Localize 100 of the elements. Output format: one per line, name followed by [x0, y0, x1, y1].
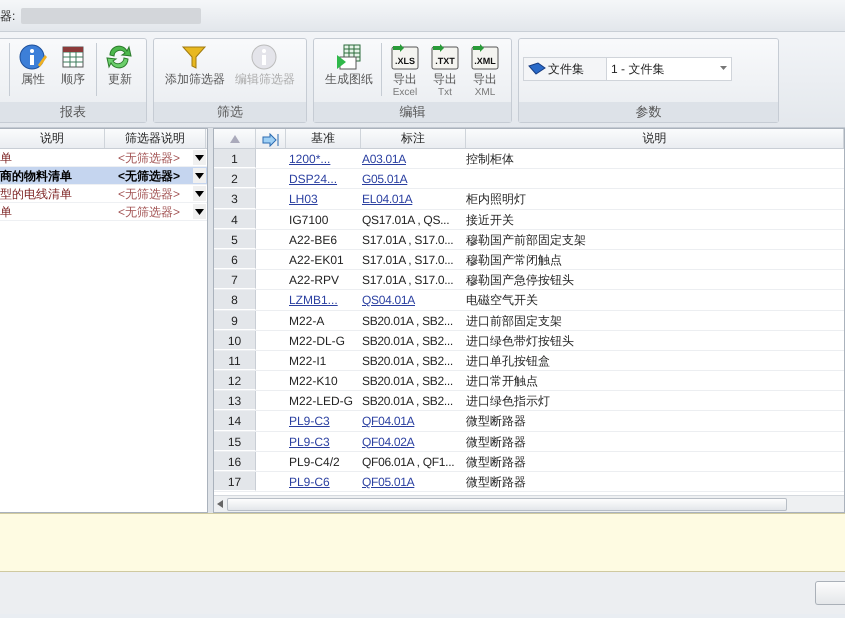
- row-number: 4: [214, 210, 256, 229]
- table-cell: A22-BE6: [289, 232, 338, 247]
- link[interactable]: LH03: [289, 192, 318, 206]
- ribbon-button[interactable]: .XLS 导出 Excel: [385, 43, 425, 98]
- group-title: 参数: [519, 102, 778, 122]
- dropdown-button[interactable]: [193, 204, 206, 219]
- row-number: 6: [214, 250, 256, 270]
- column-header[interactable]: 筛选器说明: [105, 129, 206, 148]
- link[interactable]: DSP24...: [289, 172, 338, 186]
- table-cell: 控制柜体: [466, 152, 514, 166]
- caret-icon: [195, 190, 204, 197]
- link[interactable]: PL9-C6: [289, 475, 330, 489]
- list-row[interactable]: 商的物料清单 <无筛选器>: [0, 167, 207, 185]
- scrollbar[interactable]: [214, 495, 844, 512]
- caret-icon: [195, 172, 204, 179]
- table-cell: SB20.01A , SB2...: [362, 314, 453, 328]
- caret-icon: [195, 154, 204, 161]
- ribbon-button[interactable]: .XML 导出 XML: [465, 43, 505, 98]
- table-cell: SB20.01A , SB2...: [362, 334, 453, 348]
- table-cell: QS17.01A , QS...: [362, 212, 450, 227]
- table-cell: 穆勒国产常闭触点: [466, 252, 562, 267]
- table-cell: 进口绿色指示灯: [466, 394, 550, 408]
- link[interactable]: QF04.02A: [362, 434, 414, 449]
- table-cell-text: <无筛选器>: [116, 150, 181, 166]
- table-cell: 微型断路器: [466, 414, 526, 428]
- table-cell: SB20.01A , SB2...: [362, 394, 453, 408]
- row-number: 11: [214, 350, 256, 370]
- scroll-thumb[interactable]: [227, 498, 787, 510]
- table-cell-text: 商的物料清单: [0, 168, 73, 184]
- link[interactable]: QF04.01A: [362, 414, 414, 428]
- column-header[interactable]: 标注: [361, 129, 466, 148]
- table-cell: 微型断路器: [466, 454, 526, 469]
- arrow-icon[interactable]: [262, 132, 280, 147]
- row-number: 13: [214, 391, 256, 410]
- table-cell: S17.01A , S17.0...: [362, 273, 454, 288]
- field-label: 文件集: [548, 61, 584, 78]
- ribbon-button[interactable]: .TXT 导出 Txt: [425, 43, 465, 98]
- table-cell: M22-DL-G: [289, 334, 346, 348]
- row-number: 12: [214, 371, 256, 390]
- text-field[interactable]: [21, 8, 202, 24]
- table-cell: SB20.01A , SB2...: [362, 354, 453, 368]
- ribbon-button[interactable]: 更新: [100, 43, 140, 87]
- column-header[interactable]: 说明: [0, 129, 105, 148]
- link[interactable]: A03.01A: [362, 152, 406, 166]
- dropdown-button[interactable]: [193, 168, 206, 183]
- table-cell: M22-K10: [289, 374, 338, 388]
- row-number: 3: [214, 189, 256, 209]
- ribbon-button[interactable]: 生成图纸: [320, 43, 378, 87]
- table-cell: 进口绿色带灯按钮头: [466, 334, 574, 348]
- ribbon-button[interactable]: 顺序: [53, 43, 93, 87]
- row-number: 8: [214, 290, 256, 310]
- row-number: 14: [214, 411, 256, 431]
- row-number: 16: [214, 452, 256, 471]
- link[interactable]: QS04.01A: [362, 293, 415, 308]
- table-cell-text: <无筛选器>: [116, 168, 181, 184]
- table-cell: 微型断路器: [466, 475, 526, 489]
- table-cell: 穆勒国产急停按钮头: [466, 273, 574, 288]
- table-cell: 进口单孔按钮盒: [466, 354, 550, 368]
- table-cell: 进口常开触点: [466, 374, 538, 388]
- ribbon-button[interactable]: 属性: [13, 43, 53, 87]
- dropdown-button[interactable]: [193, 186, 206, 201]
- dropdown[interactable]: 1 - 文件集: [606, 58, 731, 80]
- table-cell: 柜内照明灯: [466, 192, 526, 206]
- row-number: 2: [214, 169, 256, 188]
- row-number: 17: [214, 472, 256, 492]
- table-cell-text: 单: [0, 204, 13, 220]
- table-cell: A22-EK01: [289, 252, 344, 267]
- list-row[interactable]: 型的电线清单 <无筛选器>: [0, 185, 207, 203]
- scroll-left-icon[interactable]: [217, 500, 223, 508]
- link[interactable]: PL9-C3: [289, 434, 330, 449]
- dropdown-button[interactable]: [193, 150, 206, 165]
- row-number: 10: [214, 330, 256, 350]
- table-cell: 接近开关: [466, 212, 514, 227]
- caret-icon: [720, 66, 727, 70]
- column-header[interactable]: 说明: [466, 129, 844, 148]
- table-cell: 穆勒国产前部固定支架: [466, 232, 586, 247]
- table-cell-text: <无筛选器>: [116, 204, 181, 220]
- table-cell: A22-RPV: [289, 273, 340, 288]
- field-label: 器:: [0, 8, 16, 24]
- column-header[interactable]: 基准: [286, 129, 361, 148]
- link[interactable]: G05.01A: [362, 172, 408, 186]
- group-title: 编辑: [314, 102, 511, 122]
- table-cell: S17.01A , S17.0...: [362, 252, 454, 267]
- table-cell: 电磁空气开关: [466, 293, 538, 308]
- table-cell: M22-LED-G: [289, 394, 354, 408]
- ribbon-button[interactable]: 添加筛选器: [160, 43, 230, 87]
- table-cell: M22-A: [289, 314, 324, 328]
- link[interactable]: PL9-C3: [289, 414, 330, 428]
- list-row[interactable]: 单 <无筛选器>: [0, 203, 207, 221]
- link[interactable]: 1200*...: [289, 152, 330, 166]
- table-cell: M22-I1: [289, 354, 326, 368]
- table-cell: SB20.01A , SB2...: [362, 374, 453, 388]
- row-number: 9: [214, 310, 256, 330]
- table-cell: 进口前部固定支架: [466, 314, 562, 328]
- link[interactable]: LZMB1...: [289, 293, 338, 308]
- link[interactable]: QF05.01A: [362, 475, 414, 489]
- caret-icon: [195, 208, 204, 215]
- table-cell-text: 单: [0, 150, 13, 166]
- link[interactable]: EL04.01A: [362, 192, 412, 206]
- table-cell-text: 型的电线清单: [0, 186, 73, 202]
